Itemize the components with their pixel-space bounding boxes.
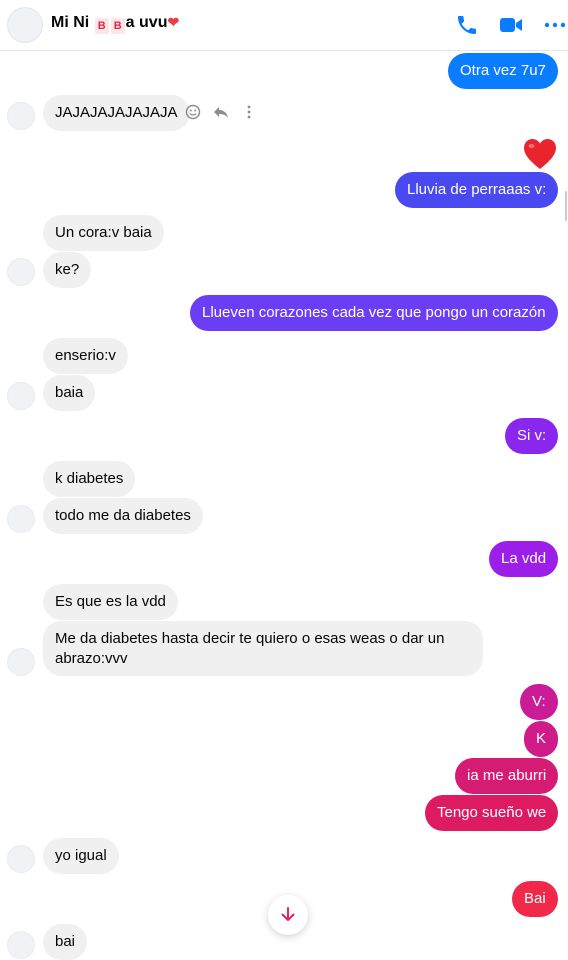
scroll-to-bottom-button[interactable] bbox=[268, 895, 308, 935]
b-badge-icon: B bbox=[94, 18, 109, 34]
video-call-icon[interactable] bbox=[499, 13, 523, 37]
contact-avatar-small[interactable] bbox=[7, 102, 35, 130]
b-badge-icon: B bbox=[110, 18, 125, 34]
contact-avatar-small[interactable] bbox=[7, 258, 35, 286]
message-bubble-incoming[interactable]: Es que es la vdd bbox=[43, 584, 178, 620]
message-bubble-outgoing[interactable]: Otra vez 7u7 bbox=[448, 53, 558, 89]
heart-emoji-icon: ❤ bbox=[167, 14, 180, 30]
message-text-line: Me da diabetes hasta decir te quiero o e… bbox=[55, 630, 445, 647]
reply-icon[interactable] bbox=[212, 104, 230, 120]
contact-avatar-small[interactable] bbox=[7, 648, 35, 676]
message-bubble-incoming[interactable]: yo igual bbox=[43, 838, 119, 874]
message-bubble-incoming[interactable]: todo me da diabetes bbox=[43, 498, 203, 534]
message-bubble-outgoing[interactable]: Tengo sueño we bbox=[425, 795, 559, 831]
heart-reaction-icon bbox=[524, 139, 556, 169]
title-suffix: a uvu bbox=[125, 14, 168, 31]
message-bubble-incoming[interactable]: ke? bbox=[43, 252, 92, 288]
message-bubble-outgoing[interactable]: Si v: bbox=[505, 418, 559, 454]
contact-avatar-small[interactable] bbox=[7, 505, 35, 533]
message-bubble-incoming[interactable]: JAJAJAJAJAJAJA bbox=[43, 95, 190, 131]
message-bubble-incoming[interactable]: baia bbox=[43, 375, 96, 411]
message-bubble-outgoing[interactable]: Llueven corazones cada vez que pongo un … bbox=[190, 295, 558, 331]
contact-name[interactable]: Mi Ni BBa uvu❤ bbox=[51, 14, 179, 34]
title-prefix: Mi Ni bbox=[51, 14, 90, 31]
react-emoji-icon[interactable] bbox=[185, 104, 201, 120]
message-bubble-outgoing[interactable]: ia me aburri bbox=[455, 758, 559, 794]
phone-call-icon[interactable] bbox=[455, 13, 479, 37]
message-bubble-outgoing[interactable]: Lluvia de perraaas v: bbox=[395, 172, 559, 208]
message-bubble-incoming[interactable]: k diabetes bbox=[43, 461, 136, 497]
scrollbar[interactable] bbox=[564, 51, 568, 957]
chat-header: Mi Ni BBa uvu❤ bbox=[0, 0, 568, 51]
contact-avatar-small[interactable] bbox=[7, 845, 35, 873]
message-bubble-outgoing[interactable]: La vdd bbox=[489, 541, 559, 577]
more-actions-icon[interactable] bbox=[241, 104, 257, 120]
message-bubble-outgoing[interactable]: K bbox=[524, 721, 559, 757]
message-bubble-incoming[interactable]: Me da diabetes hasta decir te quiero o e… bbox=[43, 621, 483, 676]
contact-avatar[interactable] bbox=[7, 7, 43, 43]
message-bubble-incoming[interactable]: enserio:v bbox=[43, 338, 128, 374]
more-options-icon[interactable] bbox=[543, 13, 567, 37]
contact-avatar-small[interactable] bbox=[7, 931, 35, 959]
contact-avatar-small[interactable] bbox=[7, 382, 35, 410]
message-text-line: abrazo:vvv bbox=[55, 650, 128, 667]
message-bubble-outgoing[interactable]: V: bbox=[520, 684, 558, 720]
scrollbar-thumb[interactable] bbox=[565, 191, 567, 221]
message-bubble-incoming[interactable]: Un cora:v baia bbox=[43, 215, 164, 251]
message-bubble-outgoing[interactable]: Bai bbox=[512, 881, 558, 917]
arrow-down-icon bbox=[281, 907, 295, 921]
message-bubble-incoming[interactable]: bai bbox=[43, 924, 88, 960]
